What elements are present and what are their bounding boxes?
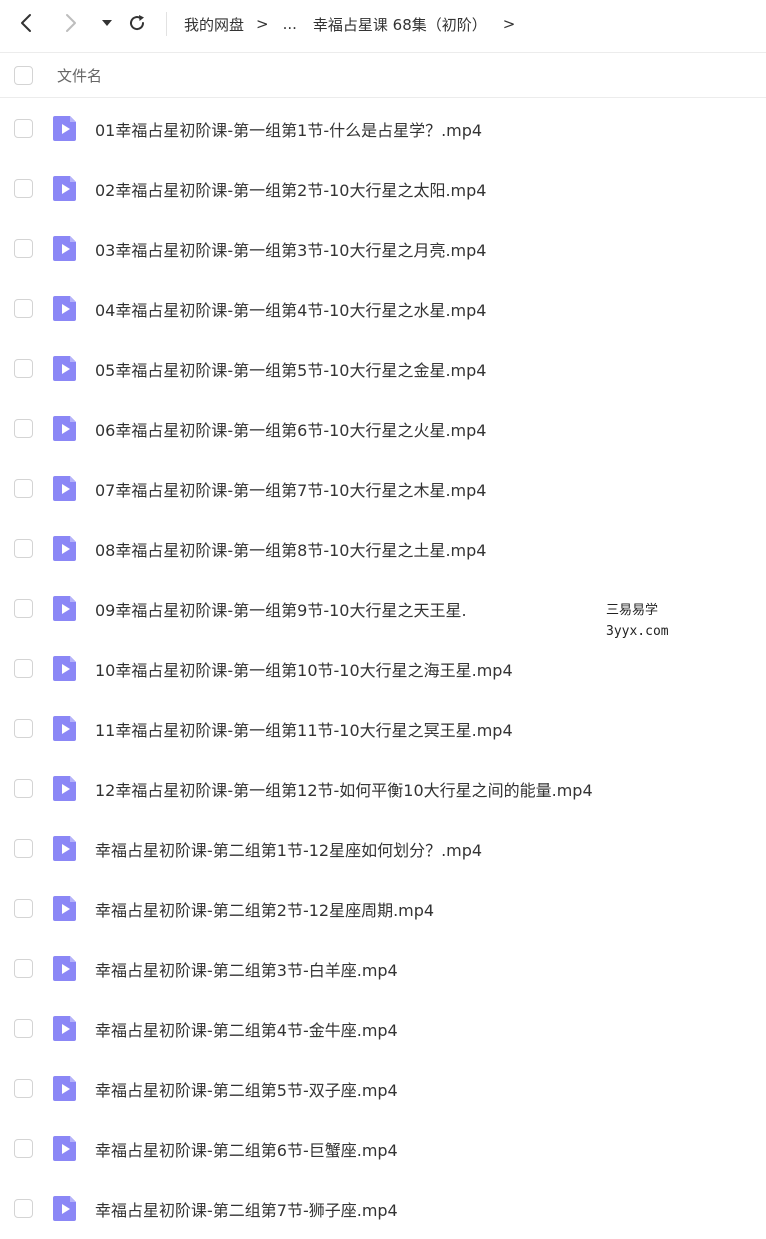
file-checkbox[interactable] bbox=[14, 539, 33, 558]
file-checkbox[interactable] bbox=[14, 419, 33, 438]
file-row[interactable]: 幸福占星初阶课-第二组第1节-12星座如何划分？.mp4 bbox=[0, 818, 766, 878]
video-file-icon bbox=[53, 116, 76, 141]
video-file-icon bbox=[53, 476, 76, 501]
file-name[interactable]: 03幸福占星初阶课-第一组第3节-10大行星之月亮.mp4 bbox=[95, 237, 486, 261]
watermark: 三易易学 3yyx.com bbox=[606, 600, 669, 642]
file-checkbox[interactable] bbox=[14, 659, 33, 678]
file-row[interactable]: 10幸福占星初阶课-第一组第10节-10大行星之海王星.mp4 bbox=[0, 638, 766, 698]
file-checkbox[interactable] bbox=[14, 839, 33, 858]
file-checkbox[interactable] bbox=[14, 479, 33, 498]
file-row[interactable]: 04幸福占星初阶课-第一组第4节-10大行星之水星.mp4 bbox=[0, 278, 766, 338]
video-file-icon bbox=[53, 836, 76, 861]
file-checkbox[interactable] bbox=[14, 899, 33, 918]
file-checkbox[interactable] bbox=[14, 959, 33, 978]
file-checkbox[interactable] bbox=[14, 1019, 33, 1038]
video-file-icon bbox=[53, 956, 76, 981]
refresh-button[interactable] bbox=[126, 12, 148, 34]
file-checkbox[interactable] bbox=[14, 299, 33, 318]
select-all-checkbox[interactable] bbox=[14, 66, 33, 85]
file-row[interactable]: 11幸福占星初阶课-第一组第11节-10大行星之冥王星.mp4 bbox=[0, 698, 766, 758]
file-row[interactable]: 03幸福占星初阶课-第一组第3节-10大行星之月亮.mp4 bbox=[0, 218, 766, 278]
file-row[interactable]: 幸福占星初阶课-第二组第5节-双子座.mp4 bbox=[0, 1058, 766, 1118]
video-file-icon bbox=[53, 596, 76, 621]
video-file-icon bbox=[53, 716, 76, 741]
file-checkbox[interactable] bbox=[14, 359, 33, 378]
toolbar: 我的网盘 > ... 幸福占星课 68集（初阶） > bbox=[0, 0, 766, 50]
file-name[interactable]: 11幸福占星初阶课-第一组第11节-10大行星之冥王星.mp4 bbox=[95, 717, 513, 741]
video-file-icon bbox=[53, 236, 76, 261]
file-name[interactable]: 07幸福占星初阶课-第一组第7节-10大行星之木星.mp4 bbox=[95, 477, 486, 501]
file-checkbox[interactable] bbox=[14, 1079, 33, 1098]
file-checkbox[interactable] bbox=[14, 1139, 33, 1158]
chevron-right-icon bbox=[66, 14, 76, 32]
file-name[interactable]: 09幸福占星初阶课-第一组第9节-10大行星之天王星. bbox=[95, 597, 467, 621]
breadcrumb: 我的网盘 > ... 幸福占星课 68集（初阶） > bbox=[184, 0, 529, 48]
breadcrumb-root[interactable]: 我的网盘 bbox=[184, 14, 244, 35]
breadcrumb-separator: > bbox=[502, 15, 516, 33]
file-row[interactable]: 幸福占星初阶课-第二组第7节-狮子座.mp4 bbox=[0, 1178, 766, 1238]
file-checkbox[interactable] bbox=[14, 779, 33, 798]
file-row[interactable]: 幸福占星初阶课-第二组第4节-金牛座.mp4 bbox=[0, 998, 766, 1058]
back-button[interactable] bbox=[15, 12, 37, 34]
video-file-icon bbox=[53, 1196, 76, 1221]
file-name[interactable]: 05幸福占星初阶课-第一组第5节-10大行星之金星.mp4 bbox=[95, 357, 486, 381]
video-file-icon bbox=[53, 416, 76, 441]
file-row[interactable]: 幸福占星初阶课-第二组第6节-巨蟹座.mp4 bbox=[0, 1118, 766, 1178]
file-name[interactable]: 02幸福占星初阶课-第一组第2节-10大行星之太阳.mp4 bbox=[95, 177, 486, 201]
file-checkbox[interactable] bbox=[14, 119, 33, 138]
file-row[interactable]: 02幸福占星初阶课-第一组第2节-10大行星之太阳.mp4 bbox=[0, 158, 766, 218]
caret-down-icon bbox=[102, 20, 112, 26]
breadcrumb-separator: > bbox=[256, 15, 269, 33]
video-file-icon bbox=[53, 1076, 76, 1101]
video-file-icon bbox=[53, 536, 76, 561]
file-name[interactable]: 08幸福占星初阶课-第一组第8节-10大行星之土星.mp4 bbox=[95, 537, 486, 561]
file-name[interactable]: 幸福占星初阶课-第二组第4节-金牛座.mp4 bbox=[95, 1017, 398, 1041]
file-checkbox[interactable] bbox=[14, 179, 33, 198]
file-name[interactable]: 幸福占星初阶课-第二组第7节-狮子座.mp4 bbox=[95, 1197, 398, 1221]
file-checkbox[interactable] bbox=[14, 1199, 33, 1218]
file-name[interactable]: 10幸福占星初阶课-第一组第10节-10大行星之海王星.mp4 bbox=[95, 657, 513, 681]
file-name[interactable]: 幸福占星初阶课-第二组第6节-巨蟹座.mp4 bbox=[95, 1137, 398, 1161]
watermark-line2: 3yyx.com bbox=[606, 624, 669, 639]
video-file-icon bbox=[53, 776, 76, 801]
watermark-line1: 三易易学 bbox=[606, 603, 659, 618]
forward-button[interactable] bbox=[60, 12, 82, 34]
file-row[interactable]: 12幸福占星初阶课-第一组第12节-如何平衡10大行星之间的能量.mp4 bbox=[0, 758, 766, 818]
video-file-icon bbox=[53, 296, 76, 321]
file-row[interactable]: 05幸福占星初阶课-第一组第5节-10大行星之金星.mp4 bbox=[0, 338, 766, 398]
chevron-left-icon bbox=[21, 14, 31, 32]
list-header: 文件名 bbox=[0, 53, 766, 97]
file-checkbox[interactable] bbox=[14, 239, 33, 258]
video-file-icon bbox=[53, 176, 76, 201]
file-name[interactable]: 幸福占星初阶课-第二组第3节-白羊座.mp4 bbox=[95, 957, 398, 981]
file-name[interactable]: 幸福占星初阶课-第二组第2节-12星座周期.mp4 bbox=[95, 897, 434, 921]
file-row[interactable]: 幸福占星初阶课-第二组第3节-白羊座.mp4 bbox=[0, 938, 766, 998]
file-name[interactable]: 幸福占星初阶课-第二组第5节-双子座.mp4 bbox=[95, 1077, 398, 1101]
file-row[interactable]: 07幸福占星初阶课-第一组第7节-10大行星之木星.mp4 bbox=[0, 458, 766, 518]
file-checkbox[interactable] bbox=[14, 719, 33, 738]
file-row[interactable]: 01幸福占星初阶课-第一组第1节-什么是占星学？.mp4 bbox=[0, 98, 766, 158]
breadcrumb-ellipsis[interactable]: ... bbox=[283, 15, 297, 33]
refresh-icon bbox=[130, 15, 145, 31]
file-row[interactable]: 08幸福占星初阶课-第一组第8节-10大行星之土星.mp4 bbox=[0, 518, 766, 578]
file-row[interactable]: 06幸福占星初阶课-第一组第6节-10大行星之火星.mp4 bbox=[0, 398, 766, 458]
video-file-icon bbox=[53, 1016, 76, 1041]
video-file-icon bbox=[53, 656, 76, 681]
video-file-icon bbox=[53, 356, 76, 381]
video-file-icon bbox=[53, 1136, 76, 1161]
toolbar-divider bbox=[166, 12, 167, 36]
column-header-filename[interactable]: 文件名 bbox=[57, 65, 102, 86]
file-name[interactable]: 12幸福占星初阶课-第一组第12节-如何平衡10大行星之间的能量.mp4 bbox=[95, 777, 593, 801]
history-dropdown-button[interactable] bbox=[96, 12, 118, 34]
file-name[interactable]: 幸福占星初阶课-第二组第1节-12星座如何划分？.mp4 bbox=[95, 837, 482, 861]
file-row[interactable]: 幸福占星初阶课-第二组第2节-12星座周期.mp4 bbox=[0, 878, 766, 938]
file-name[interactable]: 04幸福占星初阶课-第一组第4节-10大行星之水星.mp4 bbox=[95, 297, 486, 321]
breadcrumb-current: 幸福占星课 68集（初阶） bbox=[312, 15, 487, 34]
video-file-icon bbox=[53, 896, 76, 921]
file-name[interactable]: 06幸福占星初阶课-第一组第6节-10大行星之火星.mp4 bbox=[95, 417, 486, 441]
file-checkbox[interactable] bbox=[14, 599, 33, 618]
file-name[interactable]: 01幸福占星初阶课-第一组第1节-什么是占星学？.mp4 bbox=[95, 117, 482, 141]
